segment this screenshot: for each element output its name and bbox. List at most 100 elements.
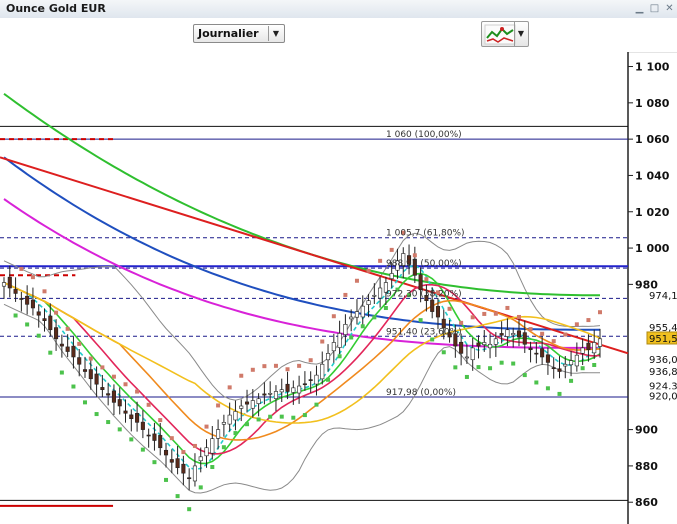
parabolic-sar-dot [569,378,574,383]
parabolic-sar-dot [210,465,215,470]
y-tick-label: 900 [635,424,658,437]
candle-body [100,387,105,390]
candle-body [551,367,556,369]
candle-body [343,324,348,335]
parabolic-sar-dot [146,402,151,407]
parabolic-sar-dot [337,354,342,359]
candle-body [360,305,365,318]
parabolic-sar-dot [192,443,197,448]
parabolic-sar-dot [262,364,267,369]
parabolic-sar-dot [383,306,388,311]
candle-body [592,342,597,354]
y-tick-label: 1 020 [635,206,670,219]
minimize-icon[interactable]: ▁ [633,2,646,15]
candle-body [366,300,371,305]
candle-body [505,329,510,337]
parabolic-sar-dot [13,313,18,318]
candle-body [349,316,354,320]
parabolic-sar-dot [285,367,290,372]
price-tag-label: 974,10 [649,291,677,302]
candle-body [482,342,487,345]
parabolic-sar-dot [297,363,302,368]
candle-body [227,414,232,425]
parabolic-sar-dot [239,373,244,378]
period-select-value: Journalier [198,27,259,40]
parabolic-sar-dot [111,374,116,379]
y-tick-label: 860 [635,496,658,509]
candle-body [123,410,128,414]
candle-body [19,298,24,300]
candle-body [314,374,319,385]
fibonacci-label: 988,97 (50,00%) [386,259,462,269]
candle-body [326,353,331,361]
parabolic-sar-dot [354,278,359,283]
candle-body [54,327,59,340]
candle-body [42,318,47,321]
candle-body [470,347,475,361]
parabolic-sar-dot [598,310,602,315]
parabolic-sar-dot [233,431,238,436]
parabolic-sar-dot [522,373,527,378]
parabolic-sar-dot [430,337,435,342]
candle-body [210,438,215,454]
parabolic-sar-dot [106,420,111,425]
indicators-button[interactable]: ▼ [481,21,529,47]
restore-icon[interactable]: □ [648,2,661,15]
parabolic-sar-dot [42,289,47,294]
parabolic-sar-dot [268,414,273,419]
parabolic-sar-dot [256,417,261,422]
candle-body [435,306,441,318]
parabolic-sar-dot [372,315,377,320]
parabolic-sar-dot [308,358,313,363]
chevron-down-icon[interactable]: ▼ [268,26,283,41]
parabolic-sar-dot [314,402,319,407]
candle-body [268,392,273,395]
parabolic-sar-dot [378,258,383,263]
parabolic-sar-dot [250,367,255,372]
candle-body [1,282,7,287]
candle-body [372,294,377,297]
candle-body [158,435,163,449]
indicators-dropdown-icon[interactable]: ▼ [514,22,527,46]
candle-body [233,411,238,421]
parabolic-sar-dot [19,266,24,271]
y-tick-label: 1 060 [635,133,670,146]
parabolic-sar-dot [36,333,41,338]
candle-body [36,311,41,316]
parabolic-sar-dot [71,384,76,389]
candle-body [106,393,111,396]
parabolic-sar-dot [164,477,169,482]
parabolic-sar-dot [343,292,348,297]
candle-body [279,389,284,393]
parabolic-sar-dot [129,437,134,442]
candle-body [418,274,423,291]
y-tick-label: 1 000 [635,242,670,255]
price-tag-label: 936,81 [649,367,677,378]
candle-body [499,333,504,336]
candle-body [528,347,533,351]
parabolic-sar-dot [320,339,325,344]
candle-body [540,348,545,358]
parabolic-sar-dot [511,361,516,366]
price-chart[interactable]: 1 060 (100,00%) 1 005,7 (61,80%) 988,97 (5… [0,52,677,524]
close-icon[interactable]: ✕ [663,2,676,15]
period-select[interactable]: Journalier ▼ [193,24,285,43]
parabolic-sar-dot [482,311,487,316]
parabolic-sar-dot [488,366,493,371]
parabolic-sar-dot [574,322,579,327]
candle-body [7,276,12,289]
candle-body [569,360,574,366]
parabolic-sar-dot [117,427,122,432]
parabolic-sar-dot [441,350,446,355]
candle-body [187,477,192,480]
parabolic-sar-dot [326,377,331,382]
candle-body [129,414,134,420]
parabolic-sar-dot [586,318,591,323]
candle-body [597,338,603,347]
candle-body [337,333,342,348]
price-tag-label: 936,07 [649,355,677,366]
candle-body [13,289,18,294]
candle-body [557,368,562,372]
candle-body [198,456,203,462]
candle-body [117,399,122,407]
